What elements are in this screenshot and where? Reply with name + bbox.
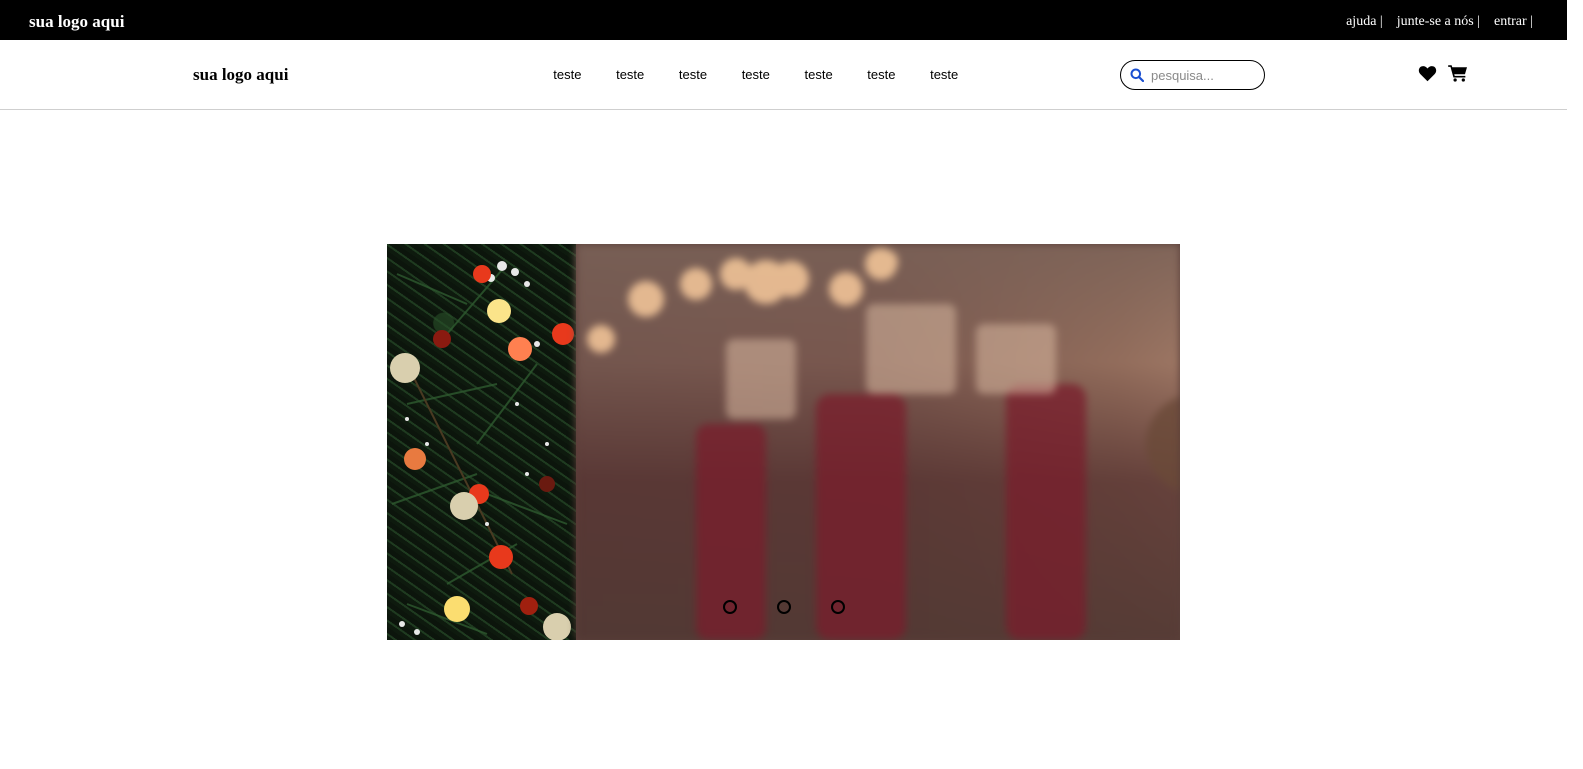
stockings-image [576,244,1180,640]
header-icons [1418,64,1468,82]
slide-dot-1[interactable] [723,600,737,614]
site-logo[interactable]: sua logo aqui [193,65,288,85]
nav-item-5[interactable]: teste [787,67,850,82]
heart-icon[interactable] [1418,65,1437,82]
main-navbar: sua logo aqui teste teste teste teste te… [0,40,1567,110]
search-input[interactable] [1151,66,1256,84]
search-icon[interactable] [1130,68,1144,82]
top-bar: sua logo aqui ajuda junte-se a nós entra… [0,0,1567,40]
cart-icon[interactable] [1448,64,1468,82]
join-link[interactable]: junte-se a nós [1397,14,1480,30]
slider-pagination [723,600,845,614]
search-box [1120,60,1265,90]
top-links: ajuda junte-se a nós entrar [1332,14,1533,30]
slide-dot-2[interactable] [777,600,791,614]
nav-item-7[interactable]: teste [913,67,976,82]
christmas-tree-image [387,244,576,640]
nav-item-4[interactable]: teste [724,67,787,82]
login-link[interactable]: entrar [1494,14,1533,30]
nav-item-6[interactable]: teste [850,67,913,82]
image-slider [387,244,1180,640]
nav-item-2[interactable]: teste [599,67,662,82]
nav-item-1[interactable]: teste [536,67,599,82]
slide-dot-3[interactable] [831,600,845,614]
top-logo[interactable]: sua logo aqui [29,12,124,32]
scrollbar[interactable] [1567,0,1583,769]
nav-menu: teste teste teste teste teste teste test… [536,67,976,82]
nav-item-3[interactable]: teste [662,67,725,82]
help-link[interactable]: ajuda [1346,14,1383,30]
